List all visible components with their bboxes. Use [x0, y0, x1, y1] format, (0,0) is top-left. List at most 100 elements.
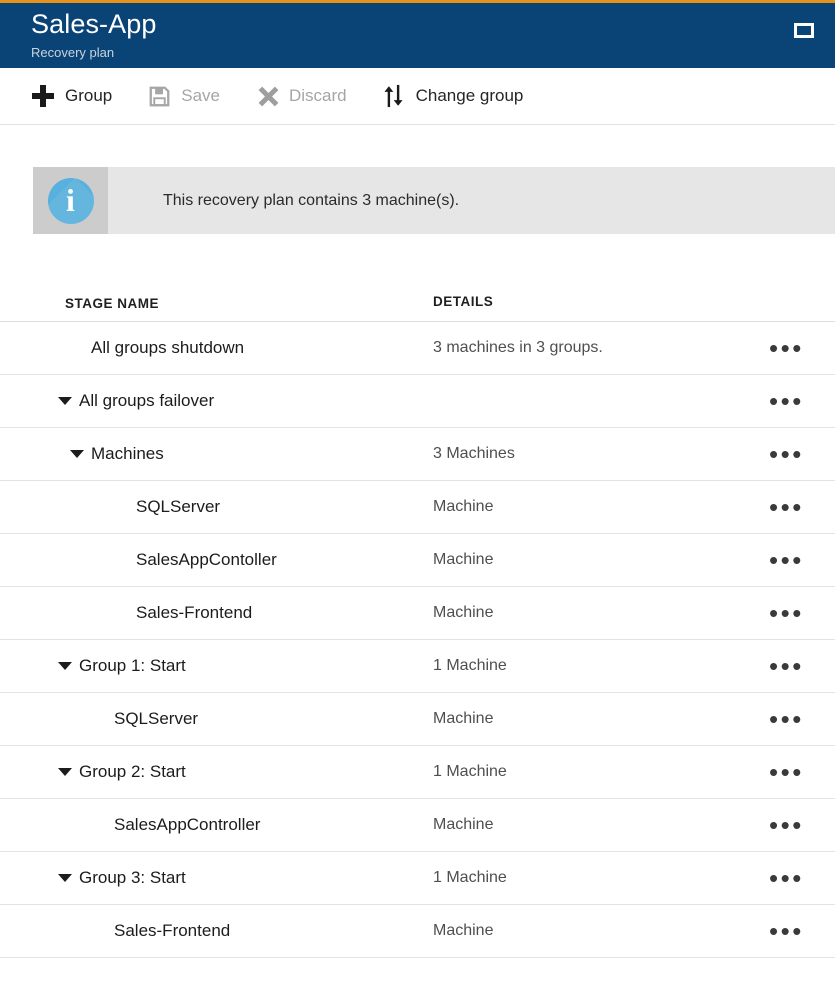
table-row[interactable]: Sales-Frontend Machine ••• — [0, 905, 835, 958]
details-label: 1 Machine — [433, 869, 507, 886]
discard-button[interactable]: Discard — [254, 83, 347, 109]
stage-name-label: Group 3: Start — [79, 868, 186, 887]
ellipsis-menu-icon[interactable]: ••• — [765, 388, 808, 414]
details-label: Machine — [433, 498, 494, 515]
stage-name-label: Machines — [91, 444, 164, 463]
table-row[interactable]: Group 1: Start 1 Machine ••• — [0, 640, 835, 693]
details-label: Machine — [433, 816, 494, 833]
details-cell: 1 Machine — [433, 657, 765, 675]
save-label: Save — [181, 86, 220, 105]
details-cell: Machine — [433, 551, 765, 569]
save-button[interactable]: Save — [146, 83, 220, 109]
stage-name-label: SalesAppController — [114, 815, 261, 834]
column-header-stage-name: STAGE NAME — [65, 296, 160, 311]
chevron-down-icon[interactable] — [58, 768, 72, 776]
row-actions-cell: ••• — [765, 918, 835, 944]
stage-name-label: SalesAppContoller — [136, 550, 277, 569]
stage-name-label: Sales-Frontend — [114, 921, 231, 940]
info-letter: i — [66, 181, 75, 218]
table-row[interactable]: SQLServer Machine ••• — [0, 481, 835, 534]
save-floppy-icon — [146, 83, 172, 109]
chevron-down-icon[interactable] — [58, 874, 72, 882]
details-label: 3 Machines — [433, 445, 515, 462]
add-group-label: Group — [65, 86, 113, 105]
close-x-icon — [254, 83, 280, 109]
row-actions-cell: ••• — [765, 600, 835, 626]
maximize-restore-icon — [794, 22, 814, 38]
table-row[interactable]: Machines 3 Machines ••• — [0, 428, 835, 481]
column-header-details: DETAILS — [433, 294, 494, 309]
details-cell: Machine — [433, 710, 765, 728]
ellipsis-menu-icon[interactable]: ••• — [765, 759, 808, 785]
stage-cell: Group 2: Start — [33, 762, 433, 782]
stage-name-label: All groups shutdown — [91, 338, 245, 357]
ellipsis-menu-icon[interactable]: ••• — [765, 335, 808, 361]
stage-cell: SalesAppController — [33, 815, 433, 835]
chevron-down-icon[interactable] — [58, 662, 72, 670]
plus-icon — [30, 83, 56, 109]
row-actions-cell: ••• — [765, 759, 835, 785]
details-cell: Machine — [433, 498, 765, 516]
stages-table: STAGE NAME DETAILS All groups shutdown 3 … — [0, 278, 835, 958]
stage-name-label: SQLServer — [114, 709, 199, 728]
table-row[interactable]: Group 3: Start 1 Machine ••• — [0, 852, 835, 905]
stage-name-label: Group 2: Start — [79, 762, 186, 781]
chevron-down-icon[interactable] — [58, 397, 72, 405]
details-cell: 1 Machine — [433, 763, 765, 781]
details-cell: Machine — [433, 816, 765, 834]
details-cell: Machine — [433, 604, 765, 622]
table-row[interactable]: All groups shutdown 3 machines in 3 group… — [0, 322, 835, 375]
ellipsis-menu-icon[interactable]: ••• — [765, 653, 808, 679]
page-subtitle: Recovery plan — [31, 45, 115, 60]
info-circle-icon: i — [47, 177, 94, 224]
page-title: Sales-App — [31, 9, 157, 39]
table-body: All groups shutdown 3 machines in 3 group… — [0, 322, 835, 958]
sort-arrows-icon — [381, 83, 407, 109]
details-label: Machine — [433, 551, 494, 568]
details-label: 1 Machine — [433, 657, 507, 674]
stage-cell: Group 3: Start — [33, 868, 433, 888]
change-group-button[interactable]: Change group — [381, 83, 523, 109]
stage-cell: Sales-Frontend — [33, 921, 433, 941]
table-row[interactable]: SQLServer Machine ••• — [0, 693, 835, 746]
info-banner-message: This recovery plan contains 3 machine(s)… — [163, 191, 460, 209]
details-cell: 3 machines in 3 groups. — [433, 339, 765, 357]
chevron-down-icon[interactable] — [70, 450, 84, 458]
row-actions-cell: ••• — [765, 547, 835, 573]
ellipsis-menu-icon[interactable]: ••• — [765, 441, 808, 467]
stage-name-label: Group 1: Start — [79, 656, 186, 675]
details-label: Machine — [433, 604, 494, 621]
ellipsis-menu-icon[interactable]: ••• — [765, 494, 808, 520]
ellipsis-menu-icon[interactable]: ••• — [765, 865, 808, 891]
title-bar: Sales-App Recovery plan — [0, 3, 835, 68]
stage-cell: SQLServer — [33, 497, 433, 517]
table-header-row: STAGE NAME DETAILS — [0, 278, 835, 322]
stage-cell: All groups failover — [33, 391, 433, 411]
ellipsis-menu-icon[interactable]: ••• — [765, 547, 808, 573]
table-row[interactable]: SalesAppController Machine ••• — [0, 799, 835, 852]
row-actions-cell: ••• — [765, 865, 835, 891]
row-actions-cell: ••• — [765, 335, 835, 361]
ellipsis-menu-icon[interactable]: ••• — [765, 918, 808, 944]
details-label: 1 Machine — [433, 763, 507, 780]
details-cell: 3 Machines — [433, 445, 765, 463]
details-cell: Machine — [433, 922, 765, 940]
stage-name-label: Sales-Frontend — [136, 603, 253, 622]
ellipsis-menu-icon[interactable]: ••• — [765, 600, 808, 626]
table-row[interactable]: SalesAppContoller Machine ••• — [0, 534, 835, 587]
discard-label: Discard — [289, 86, 347, 105]
details-label: 3 machines in 3 groups. — [433, 339, 603, 356]
table-row[interactable]: Group 2: Start 1 Machine ••• — [0, 746, 835, 799]
row-actions-cell: ••• — [765, 653, 835, 679]
maximize-restore-button[interactable] — [791, 17, 817, 43]
ellipsis-menu-icon[interactable]: ••• — [765, 706, 808, 732]
stage-name-label: All groups failover — [79, 391, 215, 410]
table-row[interactable]: Sales-Frontend Machine ••• — [0, 587, 835, 640]
add-group-button[interactable]: Group — [30, 83, 112, 109]
ellipsis-menu-icon[interactable]: ••• — [765, 812, 808, 838]
info-banner: i This recovery plan contains 3 machine(… — [33, 167, 835, 234]
stage-cell: SQLServer — [33, 709, 433, 729]
table-row[interactable]: All groups failover ••• — [0, 375, 835, 428]
stage-name-label: SQLServer — [136, 497, 221, 516]
row-actions-cell: ••• — [765, 812, 835, 838]
